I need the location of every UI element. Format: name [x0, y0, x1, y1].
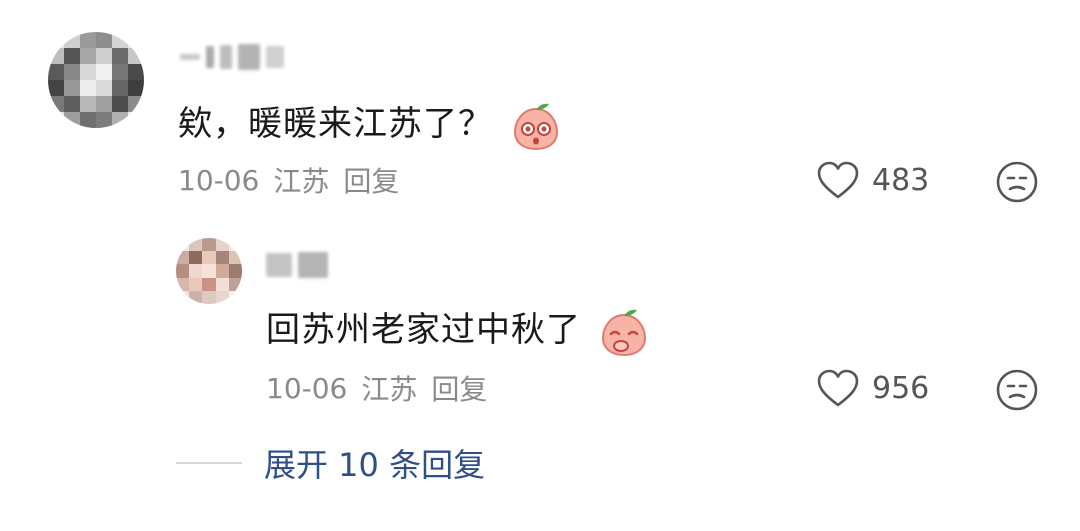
expand-replies-row[interactable]: 展开 10 条回复	[176, 440, 485, 486]
reply-button[interactable]: 回复	[343, 160, 399, 200]
reply-location: 江苏	[361, 373, 418, 406]
like-button[interactable]: 483	[816, 160, 929, 200]
avatar[interactable]	[48, 32, 144, 128]
reply-text: 回苏州老家过中秋了	[266, 302, 649, 357]
comment-date: 10-06	[178, 163, 260, 197]
comment-text: 欸，暖暖来江苏了？	[178, 96, 561, 151]
expand-replies-button[interactable]: 展开 10 条回复	[264, 440, 485, 486]
reply-avatar[interactable]	[176, 238, 242, 304]
reply-reply-button[interactable]: 回复	[431, 368, 487, 408]
reply-dislike-face-icon[interactable]	[995, 368, 1039, 412]
reply-like-button[interactable]: 956	[816, 368, 929, 408]
reply-meta: 10-06 江苏 回复	[266, 368, 487, 408]
heart-icon	[817, 369, 859, 407]
comment-location: 江苏	[273, 165, 330, 198]
divider	[176, 462, 242, 464]
peach-surprised-emoji	[513, 103, 558, 150]
heart-icon	[817, 161, 859, 199]
reply-like-count: 956	[872, 370, 930, 406]
dislike-face-icon[interactable]	[995, 160, 1039, 204]
like-count: 483	[872, 162, 930, 198]
comment-body: 欸，暖暖来江苏了？	[178, 104, 493, 144]
reply-username-blurred[interactable]	[266, 252, 328, 278]
reply-date: 10-06	[266, 371, 348, 405]
comment-meta: 10-06 江苏 回复	[178, 160, 399, 200]
reply-body: 回苏州老家过中秋了	[266, 310, 581, 350]
peach-shy-emoji	[601, 309, 646, 356]
username-blurred[interactable]	[180, 44, 284, 70]
